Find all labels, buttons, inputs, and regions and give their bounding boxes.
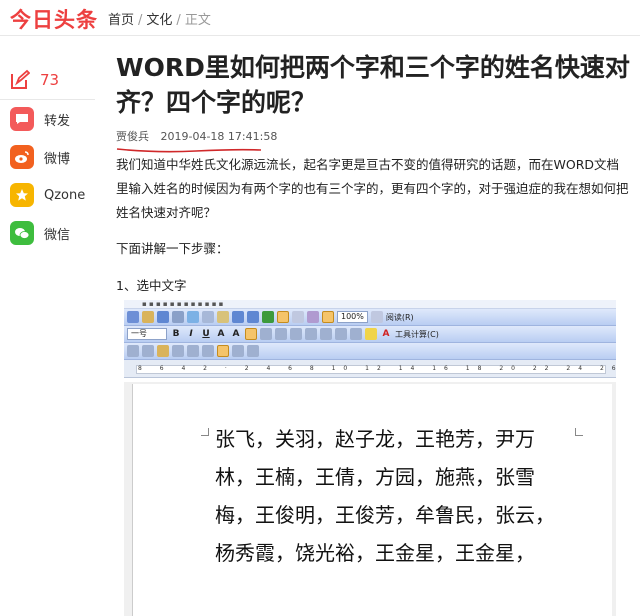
line-spacing-icon bbox=[305, 328, 317, 340]
open-icon bbox=[142, 311, 154, 323]
breadcrumb-home[interactable]: 首页 bbox=[108, 13, 134, 28]
bullets-icon bbox=[335, 328, 347, 340]
like-icon bbox=[11, 69, 30, 89]
read-mode-button: 阅读(R) bbox=[385, 312, 414, 322]
like-count: 73 bbox=[40, 70, 60, 89]
breadcrumb-culture[interactable]: 文化 bbox=[146, 13, 172, 28]
weibo-icon bbox=[10, 145, 34, 169]
share-wechat[interactable]: 微信 bbox=[0, 214, 95, 252]
article-meta: 贾俊兵 2019-04-18 17:41:58 bbox=[116, 128, 630, 144]
merge-icon bbox=[202, 345, 214, 357]
doc-line: 梅，王俊明，王俊芳，牟鲁民，张云， bbox=[215, 503, 555, 527]
save-icon bbox=[157, 311, 169, 323]
article-paragraph: 我们知道中华姓氏文化源远流长，起名字更是亘古不变的值得研究的话题，而在WORD文… bbox=[116, 157, 629, 220]
article-title: WORD里如何把两个字和三个字的姓名快速对齐？四个字的呢？ bbox=[116, 53, 630, 117]
word-menubar: ▪ ▪ ▪ ▪ ▪ ▪ ▪ ▪ ▪ ▪ ▪ ▪ bbox=[124, 300, 616, 309]
align-right-icon bbox=[275, 328, 287, 340]
word-format-toolbar: 一号 B I U A A A 工具计算(C) bbox=[124, 326, 616, 343]
table-icon bbox=[277, 311, 289, 323]
align-center-icon bbox=[260, 328, 272, 340]
article-paragraph: 下面讲解一下步骤： bbox=[116, 241, 229, 256]
font-size-select: 一号 bbox=[127, 328, 167, 340]
ruler-numbers: 8 6 4 2 · 2 4 6 8 10 12 14 16 18 20 22 2… bbox=[138, 365, 616, 372]
char-border-icon: A bbox=[217, 329, 225, 339]
drawing-icon bbox=[307, 311, 319, 323]
publish-date: 2019-04-18 17:41:58 bbox=[160, 130, 278, 143]
doc-line: 杨秀霞，饶光裕，王金星，王金星， bbox=[215, 541, 535, 565]
word-drawing-toolbar bbox=[124, 343, 616, 360]
breadcrumb-current: 正文 bbox=[184, 13, 211, 28]
print-icon bbox=[172, 311, 184, 323]
shading-icon bbox=[172, 345, 184, 357]
red-underline-annotation bbox=[116, 148, 262, 153]
qzone-star-icon bbox=[10, 183, 34, 207]
share-rail: 73 转发 微博 Qzone 微信 bbox=[0, 60, 95, 252]
grid-icon bbox=[187, 345, 199, 357]
comment-bubble-icon bbox=[10, 107, 34, 131]
sum-icon bbox=[247, 345, 259, 357]
toutiao-logo[interactable]: 今日头条 bbox=[10, 4, 98, 34]
columns-icon bbox=[292, 311, 304, 323]
share-weibo[interactable]: 微博 bbox=[0, 138, 95, 176]
font-color-icon: A bbox=[382, 329, 390, 339]
doc-line: 林，王楠，王倩，方园，施燕，张雪 bbox=[215, 465, 535, 489]
cut-icon bbox=[202, 311, 214, 323]
doc-map-icon bbox=[322, 311, 334, 323]
redo-icon bbox=[247, 311, 259, 323]
doc-line: 张飞，关羽，赵子龙，王艳芳，尹万 bbox=[215, 427, 535, 451]
border-icon bbox=[142, 345, 154, 357]
justify-icon bbox=[290, 328, 302, 340]
bold-icon: B bbox=[172, 329, 180, 339]
fill-icon bbox=[157, 345, 169, 357]
autofit-icon bbox=[217, 345, 229, 357]
word-standard-toolbar: 100% 阅读(R) bbox=[124, 309, 616, 326]
word-page-area: 张飞，关羽，赵子龙，王艳芳，尹万 林，王楠，王倩，方园，施燕，张雪 梅，王俊明，… bbox=[124, 382, 616, 616]
sort-icon bbox=[232, 345, 244, 357]
word-page: 张飞，关羽，赵子龙，王艳芳，尹万 林，王楠，王倩，方园，施燕，张雪 梅，王俊明，… bbox=[132, 384, 612, 616]
char-shade-icon: A bbox=[232, 329, 240, 339]
breadcrumb-separator: / bbox=[138, 13, 143, 28]
like-button[interactable]: 73 bbox=[0, 60, 95, 100]
share-label: 微博 bbox=[44, 151, 71, 167]
paste-icon bbox=[217, 311, 229, 323]
breadcrumb: 首页 / 文化 / 正文 bbox=[108, 9, 211, 28]
share-label: 转发 bbox=[44, 113, 71, 129]
tools-calc-button: 工具计算(C) bbox=[395, 329, 439, 339]
word-document-text: 张飞，关羽，赵子龙，王艳芳，尹万 林，王楠，王倩，方园，施燕，张雪 梅，王俊明，… bbox=[215, 420, 595, 572]
highlight-icon bbox=[365, 328, 377, 340]
share-qzone[interactable]: Qzone bbox=[0, 176, 95, 214]
author-name[interactable]: 贾俊兵 bbox=[116, 130, 149, 143]
article: WORD里如何把两个字和三个字的姓名快速对齐？四个字的呢？ 贾俊兵 2019-0… bbox=[116, 50, 630, 298]
share-label: Qzone bbox=[44, 187, 86, 203]
zoom-select: 100% bbox=[337, 311, 368, 323]
underline-icon: U bbox=[202, 329, 210, 339]
top-header: 今日头条 首页 / 文化 / 正文 bbox=[0, 0, 640, 36]
share-forward[interactable]: 转发 bbox=[0, 100, 95, 138]
indent-icon bbox=[350, 328, 362, 340]
breadcrumb-separator: / bbox=[176, 13, 181, 28]
numbering-icon bbox=[320, 328, 332, 340]
align-left-icon bbox=[245, 328, 257, 340]
hyperlink-icon bbox=[262, 311, 274, 323]
word-screenshot-image: ▪ ▪ ▪ ▪ ▪ ▪ ▪ ▪ ▪ ▪ ▪ ▪ 100% 阅读(R) 一号 B … bbox=[124, 300, 616, 616]
line-icon bbox=[127, 345, 139, 357]
article-paragraph: 1、选中文字 bbox=[116, 278, 187, 293]
word-ruler: 8 6 4 2 · 2 4 6 8 10 12 14 16 18 20 22 2… bbox=[124, 360, 616, 378]
preview-icon bbox=[187, 311, 199, 323]
crop-mark bbox=[201, 428, 209, 436]
undo-icon bbox=[232, 311, 244, 323]
share-label: 微信 bbox=[44, 227, 71, 243]
new-doc-icon bbox=[127, 311, 139, 323]
help-icon bbox=[370, 311, 383, 323]
wechat-icon bbox=[10, 221, 34, 245]
italic-icon: I bbox=[189, 329, 193, 339]
